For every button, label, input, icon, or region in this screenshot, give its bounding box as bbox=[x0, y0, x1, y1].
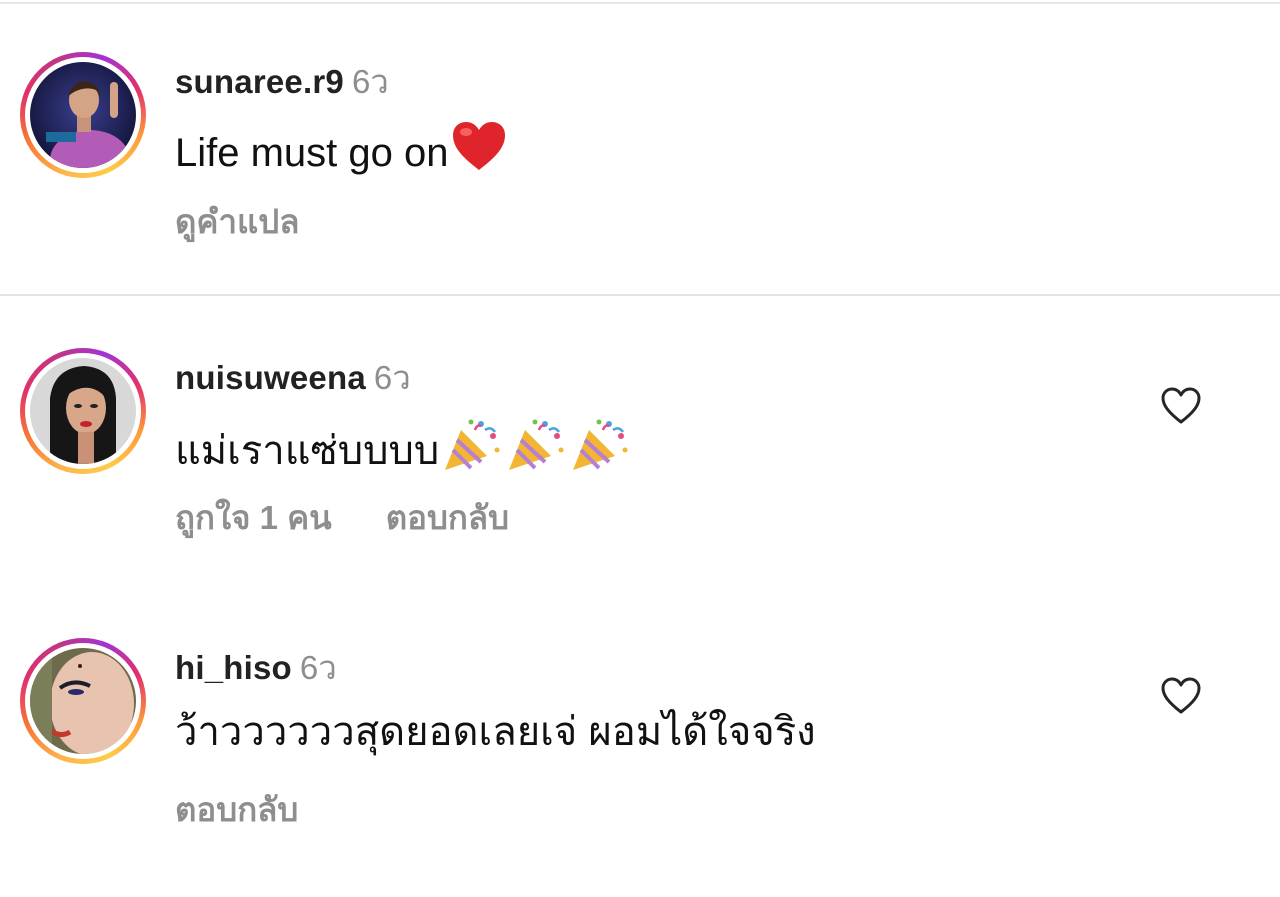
timestamp: 6ว bbox=[351, 63, 389, 100]
comment-item: hi_hiso 6ว ว้าววววววสุดยอดเลยเจ่ ผอมได้ใจ… bbox=[0, 586, 1280, 897]
party-popper-icon bbox=[441, 416, 503, 485]
party-popper-icon bbox=[569, 416, 631, 485]
comment-text: แม่เราแซ่บบบบ bbox=[175, 416, 631, 485]
avatar-story-ring[interactable] bbox=[20, 348, 146, 474]
avatar-story-ring[interactable] bbox=[20, 52, 146, 178]
reply-button[interactable]: ตอบกลับ bbox=[175, 791, 298, 828]
username-link[interactable]: nuisuweena bbox=[175, 359, 366, 396]
comment-text: ว้าววววววสุดยอดเลยเจ่ ผอมได้ใจจริง bbox=[175, 706, 816, 758]
username-link[interactable]: sunaree.r9 bbox=[175, 63, 344, 100]
avatar[interactable] bbox=[30, 62, 136, 168]
heart-outline-icon[interactable] bbox=[1160, 386, 1202, 426]
comment-body: ว้าววววววสุดยอดเลยเจ่ ผอมได้ใจจริง bbox=[175, 710, 816, 754]
heart-emoji-icon bbox=[451, 120, 507, 185]
comment-actions: ถูกใจ 1 คน ตอบกลับ bbox=[175, 498, 509, 538]
comment-item: nuisuweena 6ว แม่เราแซ่บบบบ ถูกใจ 1 คน ต… bbox=[0, 296, 1280, 586]
comment-item: sunaree.r9 6ว Life must go on ดูคำแปล bbox=[0, 0, 1280, 294]
username-link[interactable]: hi_hiso bbox=[175, 649, 292, 686]
comment-header: nuisuweena 6ว bbox=[175, 358, 411, 398]
comment-header: hi_hiso 6ว bbox=[175, 648, 337, 688]
comment-body: Life must go on bbox=[175, 130, 449, 175]
comment-body: แม่เราแซ่บบบบ bbox=[175, 428, 440, 473]
comment-text: Life must go on bbox=[175, 120, 507, 185]
timestamp: 6ว bbox=[299, 649, 337, 686]
avatar[interactable] bbox=[30, 358, 136, 464]
see-translation-link[interactable]: ดูคำแปล bbox=[175, 203, 299, 240]
comment-actions: ดูคำแปล bbox=[175, 202, 299, 242]
party-popper-icon bbox=[505, 416, 567, 485]
reply-button[interactable]: ตอบกลับ bbox=[386, 499, 509, 536]
comment-header: sunaree.r9 6ว bbox=[175, 62, 389, 102]
avatar[interactable] bbox=[30, 648, 136, 754]
comment-actions: ตอบกลับ bbox=[175, 790, 298, 830]
heart-outline-icon[interactable] bbox=[1160, 676, 1202, 716]
timestamp: 6ว bbox=[373, 359, 411, 396]
avatar-story-ring[interactable] bbox=[20, 638, 146, 764]
likes-count-link[interactable]: ถูกใจ 1 คน bbox=[175, 499, 332, 536]
